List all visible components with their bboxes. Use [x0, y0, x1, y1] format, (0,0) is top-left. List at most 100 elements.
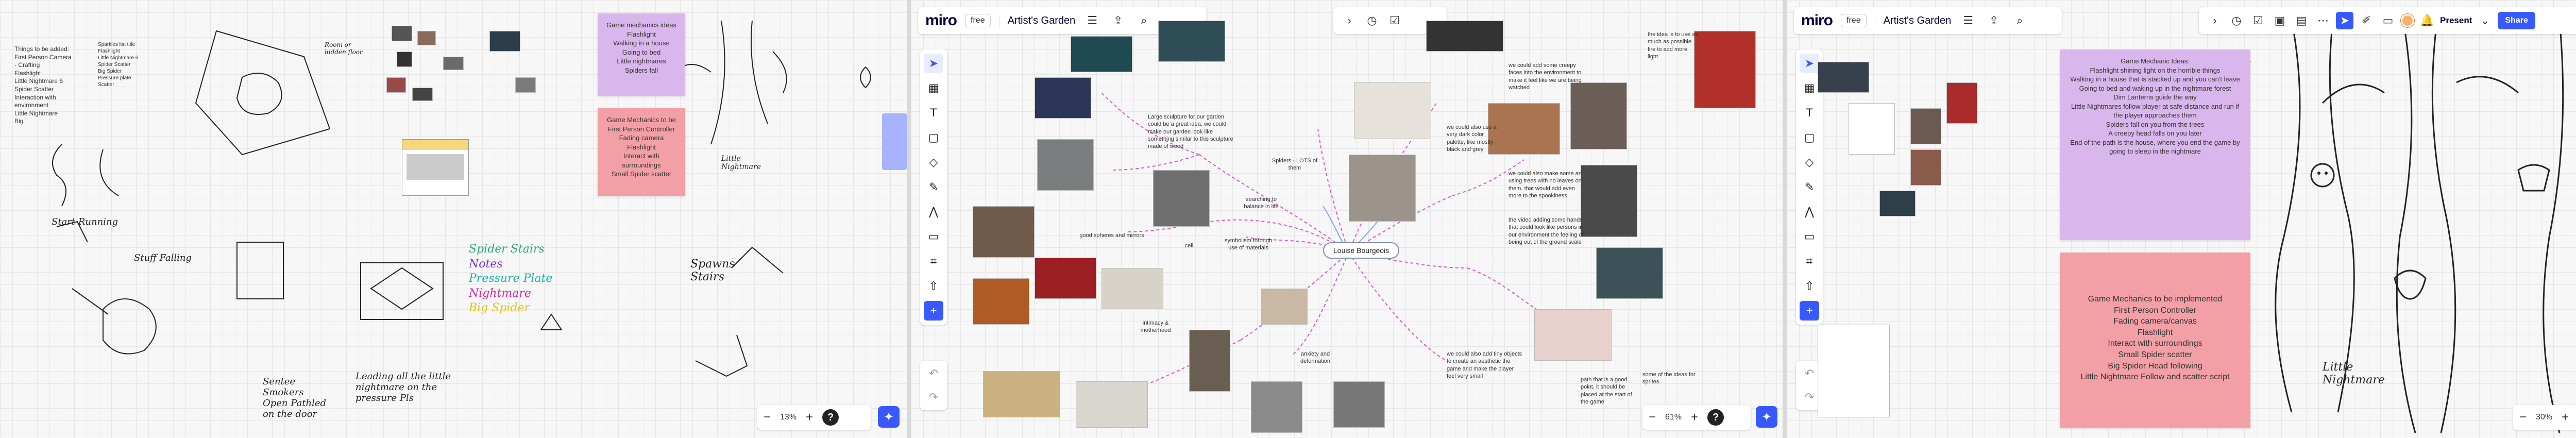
zoom-in-button[interactable]: +: [806, 410, 813, 425]
reference-image[interactable]: [1037, 139, 1094, 191]
reference-image[interactable]: [443, 57, 464, 70]
help-button[interactable]: ?: [822, 409, 839, 426]
reference-image[interactable]: [392, 26, 412, 41]
idea-paragraph[interactable]: we could also make some art using trees …: [1509, 170, 1586, 199]
select-icon[interactable]: ➤: [1800, 54, 1819, 73]
reference-image[interactable]: [1035, 258, 1096, 299]
notes-icon[interactable]: ▤: [2293, 12, 2310, 29]
select-icon[interactable]: ➤: [924, 54, 943, 73]
more-tools-icon[interactable]: +: [1800, 301, 1819, 321]
reference-image[interactable]: [1910, 149, 1941, 186]
search-icon[interactable]: ⌕: [1135, 12, 1153, 29]
upload-icon[interactable]: ⇧: [1800, 276, 1819, 296]
board-name[interactable]: Artist's Garden: [1874, 14, 1951, 27]
sticky-note-icon[interactable]: ▢: [1800, 128, 1819, 147]
sticky-note-icon[interactable]: ▢: [924, 128, 943, 147]
frame-tool-icon[interactable]: ⌗: [924, 251, 943, 271]
frame-icon[interactable]: ▦: [924, 78, 943, 98]
sticky-note-mechanic-ideas[interactable]: Game Mechanic Ideas: Flashlight shining l…: [2060, 49, 2250, 240]
reference-image[interactable]: [1946, 82, 1977, 124]
pen-icon[interactable]: ✎: [924, 177, 943, 197]
idea-paragraph[interactable]: the video adding some hands that could l…: [1509, 216, 1586, 246]
frame-icon[interactable]: ▦: [1800, 78, 1819, 98]
zoom-in-button[interactable]: +: [1691, 410, 1698, 425]
vote-icon[interactable]: ☑: [1386, 12, 1403, 29]
notifications-icon[interactable]: 🔔: [2418, 12, 2436, 29]
frame-tool-icon[interactable]: ⌗: [1800, 251, 1819, 271]
idea-paragraph[interactable]: some of the ideas for sprites: [1642, 371, 1704, 386]
comment-icon[interactable]: ▭: [924, 227, 943, 246]
reference-image[interactable]: [1349, 155, 1416, 222]
assist-button[interactable]: ✦: [878, 406, 900, 428]
menu-icon[interactable]: ☰: [1083, 12, 1101, 29]
branch-label[interactable]: good spheres and mirrors: [1076, 232, 1148, 239]
board-pane-mechanics[interactable]: miro free Artist's Garden ☰ ⇪ ⌕ › ◷ ☑ ▣ …: [1787, 0, 2576, 438]
reactions-icon[interactable]: ✐: [2358, 12, 2375, 29]
text-icon[interactable]: T: [924, 103, 943, 123]
branch-label[interactable]: anxiety and deformation: [1292, 350, 1338, 365]
sticky-note-implemented[interactable]: Game Mechanics to be First Person Control…: [598, 108, 685, 196]
redo-icon[interactable]: ↷: [924, 388, 943, 407]
reference-image[interactable]: [417, 31, 436, 45]
idea-paragraph[interactable]: we could also add tiny objects to create…: [1447, 350, 1524, 380]
zoom-out-button[interactable]: −: [764, 410, 771, 425]
comment-icon[interactable]: ▭: [1800, 227, 1819, 246]
reference-image[interactable]: [1581, 165, 1637, 237]
upload-icon[interactable]: ⇧: [924, 276, 943, 296]
timer-icon[interactable]: ◷: [2228, 12, 2245, 29]
reference-image[interactable]: [973, 278, 1029, 325]
miro-logo[interactable]: miro: [925, 12, 957, 29]
zoom-out-button[interactable]: −: [1649, 410, 1656, 425]
reference-image[interactable]: [397, 52, 412, 67]
reference-image[interactable]: [1153, 170, 1210, 227]
idea-paragraph[interactable]: the idea is to use as much as possible f…: [1648, 31, 1699, 60]
undo-icon[interactable]: ↶: [924, 364, 943, 383]
zoom-in-button[interactable]: +: [2562, 410, 2569, 425]
connection-line-icon[interactable]: ⋀: [1800, 202, 1819, 222]
board-pane-overview[interactable]: Things to be added: First Person Camera - …: [0, 0, 907, 438]
more-icon[interactable]: ⋯: [2314, 12, 2332, 29]
branch-label[interactable]: searching to balance in life: [1235, 196, 1287, 211]
reference-image[interactable]: [1251, 381, 1302, 433]
chevron-right-icon[interactable]: ›: [1341, 12, 1358, 29]
comments-icon[interactable]: ▭: [2379, 12, 2397, 29]
reference-image[interactable]: [515, 77, 536, 93]
idea-paragraph[interactable]: Large sculpture for our garden could be …: [1148, 113, 1235, 150]
select-mode-icon[interactable]: ➤: [2336, 12, 2353, 29]
more-tools-icon[interactable]: +: [924, 301, 943, 321]
branch-label[interactable]: cell: [1179, 242, 1199, 249]
board-name[interactable]: Artist's Garden: [998, 14, 1075, 27]
branch-label[interactable]: Spiders - LOTS of them: [1272, 157, 1318, 172]
reference-image[interactable]: [1426, 21, 1503, 52]
reference-image[interactable]: [1333, 381, 1385, 428]
user-avatar[interactable]: [2401, 14, 2414, 27]
offscreen-frame[interactable]: [882, 113, 907, 170]
reference-image[interactable]: [1035, 77, 1091, 119]
reference-document[interactable]: [402, 139, 469, 196]
shapes-icon[interactable]: ◇: [1800, 153, 1819, 172]
reference-image[interactable]: [1158, 21, 1225, 62]
reference-image[interactable]: [983, 371, 1060, 417]
reference-image[interactable]: [1570, 82, 1627, 149]
shapes-icon[interactable]: ◇: [924, 153, 943, 172]
mindmap-center-node[interactable]: Louise Bourgeois: [1323, 242, 1400, 259]
undo-icon[interactable]: ↶: [1800, 364, 1819, 383]
branch-label[interactable]: intimacy & motherhood: [1132, 319, 1179, 334]
reference-document[interactable]: [1818, 325, 1890, 417]
reference-image[interactable]: [1189, 330, 1230, 392]
export-icon[interactable]: ⇪: [1985, 12, 2003, 29]
idea-paragraph[interactable]: we could add some creepy faces into the …: [1509, 62, 1586, 91]
text-icon[interactable]: T: [1800, 103, 1819, 123]
reference-image[interactable]: [1596, 247, 1663, 299]
plan-badge[interactable]: free: [1841, 14, 1867, 27]
reference-image[interactable]: [1694, 31, 1756, 108]
assist-button[interactable]: ✦: [1756, 406, 1777, 428]
reference-image[interactable]: [1071, 36, 1132, 72]
chevron-down-icon[interactable]: ⌄: [2476, 12, 2494, 29]
pen-icon[interactable]: ✎: [1800, 177, 1819, 197]
idea-paragraph[interactable]: path that is a good point, it should be …: [1581, 376, 1637, 406]
sticky-note-to-implement[interactable]: Game Mechanics to be implemented First Pe…: [2060, 252, 2250, 428]
reference-image[interactable]: [386, 77, 406, 93]
chevron-right-icon[interactable]: ›: [2206, 12, 2224, 29]
search-icon[interactable]: ⌕: [2011, 12, 2028, 29]
